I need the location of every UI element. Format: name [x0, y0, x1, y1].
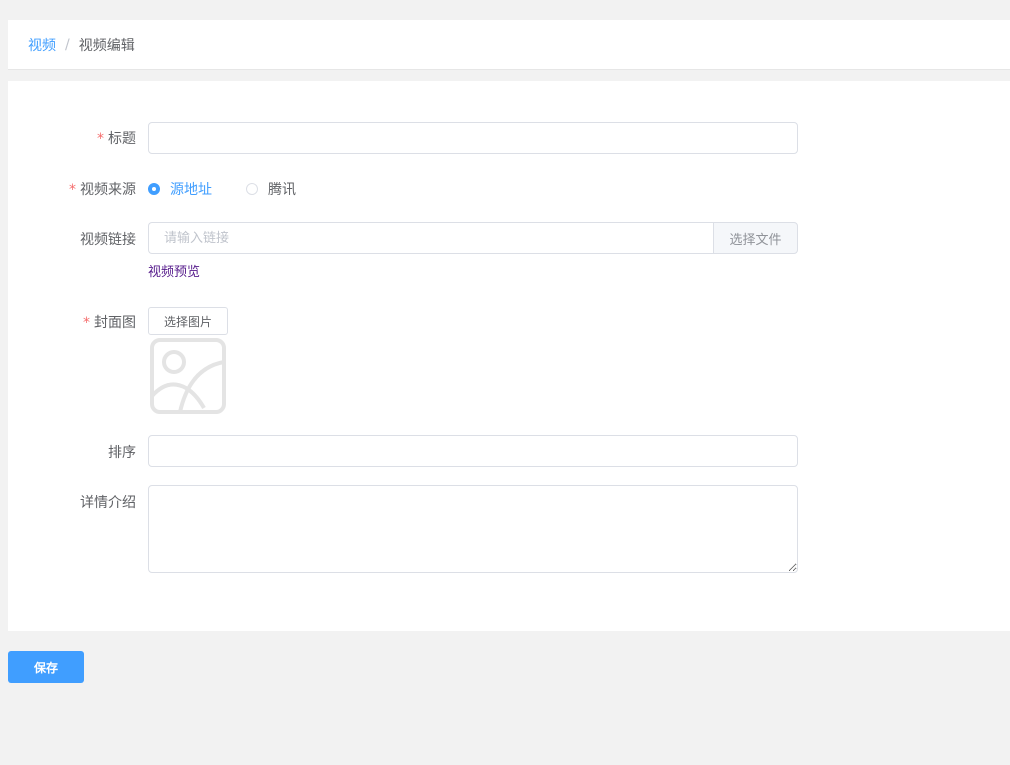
- save-button[interactable]: 保存: [8, 651, 84, 683]
- video-link-input[interactable]: [148, 222, 713, 254]
- sort-label-text: 排序: [108, 445, 136, 461]
- breadcrumb: 视频 / 视频编辑: [8, 20, 1010, 70]
- radio-checked-icon: [148, 183, 160, 195]
- radio-source-url-label: 源地址: [170, 182, 212, 198]
- radio-source-tencent[interactable]: 腾讯: [246, 179, 296, 199]
- description-label-text: 详情介绍: [80, 495, 136, 511]
- breadcrumb-separator: /: [65, 36, 70, 53]
- cover-label-text: 封面图: [94, 315, 136, 331]
- description-textarea[interactable]: [148, 485, 798, 573]
- title-input[interactable]: [148, 122, 798, 154]
- sort-label: 排序: [108, 442, 136, 462]
- title-label: * 标题: [97, 128, 136, 148]
- radio-source-url[interactable]: 源地址: [148, 179, 212, 199]
- title-label-text: 标题: [108, 131, 136, 147]
- breadcrumb-item-video-edit: 视频编辑: [78, 37, 135, 54]
- video-source-label-text: 视频来源: [80, 182, 136, 198]
- sort-input[interactable]: [148, 435, 798, 467]
- image-placeholder-icon: [150, 338, 226, 414]
- video-link-label-text: 视频链接: [80, 232, 136, 248]
- video-edit-form: *标题 *视频来源 源地址 腾讯 视频链接 选择文件 视频预览 *封面图 选择图…: [8, 81, 1010, 631]
- select-image-button[interactable]: 选择图片: [148, 307, 228, 335]
- required-mark: *: [69, 182, 76, 198]
- select-file-button[interactable]: 选择文件: [713, 222, 798, 254]
- breadcrumb-item-video[interactable]: 视频: [28, 35, 56, 55]
- video-source-radio-group: 源地址 腾讯: [148, 179, 330, 199]
- video-link-label: 视频链接: [80, 229, 136, 249]
- video-preview-link[interactable]: 视频预览: [148, 261, 200, 280]
- radio-source-tencent-label: 腾讯: [268, 182, 296, 198]
- description-label: 详情介绍: [80, 492, 136, 512]
- radio-unchecked-icon: [246, 183, 258, 195]
- cover-label: * 封面图: [83, 312, 136, 332]
- required-mark: *: [97, 131, 104, 147]
- video-source-label: * 视频来源: [69, 179, 136, 199]
- video-link-input-group: 选择文件: [148, 222, 798, 254]
- required-mark: *: [83, 315, 90, 331]
